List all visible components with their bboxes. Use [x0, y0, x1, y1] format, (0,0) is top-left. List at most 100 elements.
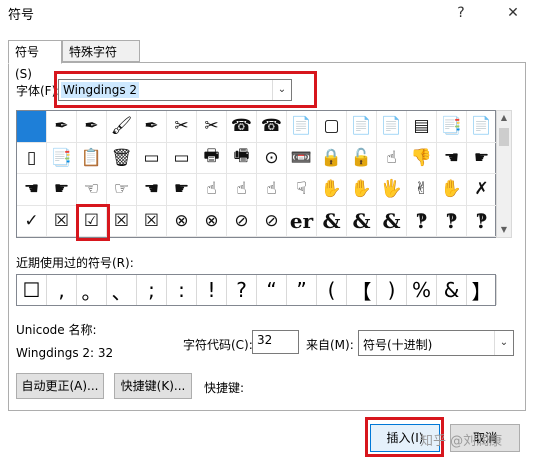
chevron-down-icon[interactable]: ⌄ [272, 80, 291, 100]
recent-symbol-cell[interactable]: & [437, 275, 467, 305]
symbol-cell[interactable]: 🖶 [197, 142, 227, 174]
recent-symbol-cell[interactable]: : [167, 275, 197, 305]
symbol-cell[interactable]: ⊗ [167, 205, 197, 237]
help-button[interactable]: ? [448, 2, 474, 24]
symbol-cell[interactable]: ⊘ [227, 205, 257, 237]
autocorrect-button[interactable]: 自动更正(A)... [16, 373, 104, 399]
symbol-cell[interactable]: ✂ [197, 111, 227, 143]
close-button[interactable]: ✕ [500, 2, 526, 24]
symbol-cell[interactable]: ☞ [107, 174, 137, 206]
symbol-cell[interactable]: 👎 [407, 142, 437, 174]
symbol-cell[interactable]: ☚ [17, 174, 47, 206]
symbol-cell[interactable]: 📄 [287, 111, 317, 143]
recent-symbol-cell[interactable]: 【 [347, 275, 377, 305]
symbol-cell[interactable]: ‽ [467, 205, 497, 237]
symbol-cell[interactable]: ✋ [347, 174, 377, 206]
scroll-up-icon[interactable]: ▲ [497, 111, 511, 125]
symbol-cell[interactable]: er [287, 205, 317, 237]
symbol-cell[interactable]: ✂ [167, 111, 197, 143]
symbol-cell[interactable]: ☛ [167, 174, 197, 206]
symbol-cell[interactable]: 🖌 [107, 111, 137, 143]
from-label: 来自(M): [306, 338, 354, 352]
symbol-cell[interactable]: 🗑 [107, 142, 137, 174]
symbol-cell[interactable]: 📑 [47, 142, 77, 174]
symbol-cell[interactable]: ☝ [257, 174, 287, 206]
symbol-cell[interactable]: & [347, 205, 377, 237]
symbol-cell[interactable]: ⊘ [257, 205, 287, 237]
grid-scrollbar[interactable]: ▲ ▼ [496, 110, 512, 238]
symbol-cell[interactable]: 🖷 [227, 142, 257, 174]
symbol-cell[interactable]: ⊗ [197, 205, 227, 237]
char-code-label: 字符代码(C): [183, 338, 253, 352]
symbol-cell[interactable]: 📄 [347, 111, 377, 143]
scroll-down-icon[interactable]: ▼ [497, 223, 511, 237]
symbol-cell[interactable]: ☎ [257, 111, 287, 143]
symbol-cell[interactable]: ✓ [17, 205, 47, 237]
symbol-cell[interactable]: ☟ [287, 174, 317, 206]
symbol-cell[interactable]: 🖐 [377, 174, 407, 206]
symbol-cell[interactable]: ✌ [407, 174, 437, 206]
symbol-cell[interactable]: 📄 [377, 111, 407, 143]
symbol-cell[interactable]: ▯ [17, 142, 47, 174]
recent-symbol-cell[interactable]: ) [377, 275, 407, 305]
recent-symbol-cell[interactable]: ? [227, 275, 257, 305]
tab-special-characters[interactable]: 特殊字符(P) [62, 40, 140, 81]
recent-symbol-cell[interactable]: ” [287, 275, 317, 305]
recent-symbols-grid[interactable]: ☐,。、;:!? “”(【)% &】 [16, 274, 497, 306]
symbol-cell[interactable]: ☒ [47, 205, 77, 237]
symbol-cell[interactable]: ✋ [437, 174, 467, 206]
shortcut-key-button[interactable]: 快捷键(K)... [114, 373, 192, 399]
from-select[interactable]: 符号(十进制) ⌄ [358, 330, 514, 356]
symbol-cell[interactable]: ☛ [467, 142, 497, 174]
recent-symbol-cell[interactable]: % [407, 275, 437, 305]
recent-symbol-cell[interactable]: ☐ [17, 275, 47, 305]
symbol-cell[interactable]: ☝ [197, 174, 227, 206]
chevron-down-icon[interactable]: ⌄ [494, 331, 513, 355]
symbol-cell[interactable]: ☜ [77, 174, 107, 206]
symbol-cell[interactable]: ☝ [377, 142, 407, 174]
char-code-input[interactable]: 32 [252, 330, 299, 354]
symbol-cell[interactable]: 🔓 [347, 142, 377, 174]
symbol-cell[interactable]: & [317, 205, 347, 237]
recent-symbol-cell[interactable]: 】 [467, 275, 497, 305]
symbol-cell[interactable]: ☑ [77, 205, 107, 237]
recent-symbol-cell[interactable]: ; [137, 275, 167, 305]
symbol-cell[interactable]: ✒ [137, 111, 167, 143]
symbol-cell[interactable]: ▭ [137, 142, 167, 174]
symbol-cell[interactable]: ✒ [77, 111, 107, 143]
symbol-cell[interactable]: ☝ [227, 174, 257, 206]
tab-symbols[interactable]: 符号(S) [8, 40, 62, 81]
recent-symbol-cell[interactable]: “ [257, 275, 287, 305]
recent-symbol-cell[interactable]: ( [317, 275, 347, 305]
symbol-cell[interactable] [17, 111, 47, 143]
symbol-cell[interactable]: ☒ [107, 205, 137, 237]
symbol-cell[interactable]: 🔒 [317, 142, 347, 174]
symbol-cell[interactable]: ✋ [317, 174, 347, 206]
recent-symbols-label: 近期使用过的符号(R): [16, 256, 134, 270]
symbol-cell[interactable]: ☛ [47, 174, 77, 206]
symbol-cell[interactable]: 📄 [467, 111, 497, 143]
symbol-grid[interactable]: ✒ ✒ 🖌 ✒ ✂ ✂ ☎ ☎ 📄 ▢ 📄 📄 ▤ 📑 📄 ▯ 📑 📋 🗑 ▭ ▭ 🖶 🖷 ⊙ 📼 🔒 🔓 ☝ 👎 ☚ ☛ ☚ ☛ ☜ ☞ ☚ ☛ ☝ ☝ ☝… [16, 110, 497, 238]
recent-symbol-cell[interactable]: , [47, 275, 77, 305]
symbol-cell[interactable]: ☒ [137, 205, 167, 237]
symbol-cell[interactable]: ☎ [227, 111, 257, 143]
symbol-cell[interactable]: ✒ [47, 111, 77, 143]
symbol-cell[interactable]: ▤ [407, 111, 437, 143]
font-select[interactable]: Wingdings 2 ⌄ [58, 79, 292, 101]
symbol-cell[interactable]: ☚ [137, 174, 167, 206]
symbol-cell[interactable]: 📋 [77, 142, 107, 174]
symbol-cell[interactable]: ▢ [317, 111, 347, 143]
symbol-cell[interactable]: ▭ [167, 142, 197, 174]
symbol-cell[interactable]: 📼 [287, 142, 317, 174]
recent-symbol-cell[interactable]: 、 [107, 275, 137, 305]
symbol-cell[interactable]: ‽ [407, 205, 437, 237]
scroll-thumb[interactable] [499, 128, 509, 146]
symbol-cell[interactable]: ‽ [437, 205, 467, 237]
recent-symbol-cell[interactable]: 。 [77, 275, 107, 305]
symbol-cell[interactable]: ☚ [437, 142, 467, 174]
recent-symbol-cell[interactable]: ! [197, 275, 227, 305]
symbol-cell[interactable]: ✗ [467, 174, 497, 206]
symbol-cell[interactable]: 📑 [437, 111, 467, 143]
symbol-cell[interactable]: ⊙ [257, 142, 287, 174]
symbol-cell[interactable]: & [377, 205, 407, 237]
